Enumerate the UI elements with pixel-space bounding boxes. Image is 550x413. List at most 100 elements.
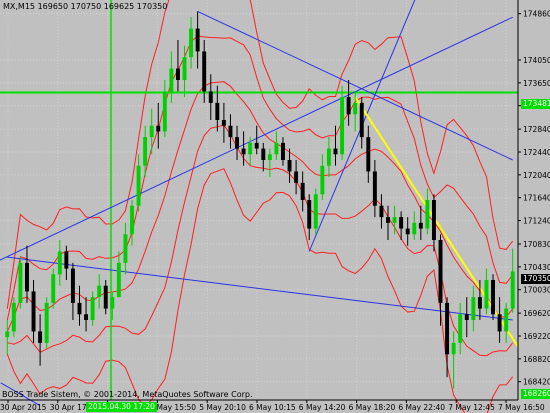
candle-body — [195, 28, 200, 52]
candle-body — [497, 314, 502, 332]
candle-body — [248, 142, 253, 155]
candle-body — [425, 200, 430, 229]
candle-body — [287, 160, 292, 172]
candles — [5, 11, 515, 389]
copyright-text: BOSS Trade Sistem, © 2001-2014, MetaQuot… — [2, 390, 253, 399]
candle — [431, 194, 436, 252]
candle — [31, 280, 36, 343]
candle-body — [64, 251, 69, 269]
candle — [458, 302, 463, 355]
ohlc-values: 169650 170750 169625 170350 — [37, 2, 168, 11]
candle — [261, 142, 266, 172]
candle — [320, 154, 325, 200]
candle — [162, 80, 167, 138]
candle-body — [254, 142, 259, 149]
candle — [90, 291, 95, 326]
candle — [484, 268, 489, 315]
candle-body — [491, 280, 495, 315]
band-upper — [6, 0, 514, 309]
candle-body — [307, 200, 312, 229]
time-tick-label: 30 Apr 2015 — [0, 403, 47, 412]
candle — [57, 240, 62, 286]
candle-body — [189, 28, 194, 58]
candle-body — [228, 125, 233, 138]
candle-body — [156, 125, 161, 132]
candle-body — [136, 165, 141, 206]
candle — [405, 217, 410, 246]
candle-body — [471, 297, 476, 320]
candle — [208, 74, 213, 120]
candle — [97, 274, 102, 309]
candle — [235, 125, 239, 160]
price-tick-label: 171640 — [523, 194, 550, 203]
candle-body — [169, 68, 174, 92]
candle — [366, 125, 371, 183]
candle-body — [372, 171, 377, 206]
candle-body — [235, 137, 239, 149]
candle — [307, 194, 312, 240]
candle-body — [162, 91, 167, 132]
candle-body — [5, 331, 10, 338]
candle-body — [116, 262, 121, 298]
candle-body — [386, 217, 390, 223]
candle-body — [359, 102, 364, 138]
candle-body — [57, 251, 62, 275]
candle-body — [405, 228, 410, 235]
candle — [294, 160, 299, 195]
price-tick-label: 169220 — [523, 332, 550, 341]
grid — [0, 0, 518, 400]
candle-body — [90, 297, 95, 320]
time-tick-label: 6 May 18:20 — [349, 403, 396, 412]
candle-body — [31, 291, 36, 332]
candle — [504, 302, 509, 343]
candle-body — [70, 268, 75, 303]
candle-body — [241, 148, 246, 155]
candle — [287, 148, 292, 183]
candle-body — [103, 285, 108, 309]
candle-body — [281, 142, 285, 160]
candle — [438, 234, 443, 326]
price-axis: 1748601740501736501732501728401724401720… — [517, 0, 550, 413]
candle-body — [510, 271, 515, 309]
candle — [38, 314, 43, 366]
candle-body — [320, 165, 325, 195]
candle — [326, 137, 331, 178]
bollinger-bands — [6, 0, 514, 413]
candle-body — [149, 125, 154, 138]
chart-window[interactable]: 1748601740501736501732501728401724401720… — [0, 0, 550, 413]
candle-body — [84, 314, 89, 320]
candle — [254, 125, 259, 155]
candle-body — [97, 285, 102, 298]
price-tick-label: 169620 — [523, 309, 550, 318]
candle-body — [464, 314, 469, 320]
candle-body — [379, 205, 384, 218]
price-tick-label: 172040 — [523, 171, 550, 180]
candle-body — [399, 217, 404, 229]
price-chart[interactable]: 1748601740501736501732501728401724401720… — [0, 0, 550, 413]
candle — [5, 320, 10, 355]
candle-body — [123, 234, 128, 263]
candle-body — [261, 148, 266, 160]
candle-body — [340, 97, 345, 155]
price-tick-label: 170830 — [523, 240, 550, 249]
candle-body — [418, 222, 423, 229]
candle — [25, 245, 29, 303]
price-tick-label: 168420 — [523, 378, 550, 387]
time-axis: 30 Apr 201530 Apr 17:204 May 11:454 May … — [0, 399, 545, 412]
candle-body — [504, 308, 509, 332]
candle — [313, 188, 318, 235]
time-tick-label: 5 May 20:10 — [199, 403, 246, 412]
candle — [333, 125, 338, 166]
price-tick-label: 174050 — [523, 56, 550, 65]
candle — [464, 297, 469, 338]
candle-body — [451, 342, 456, 355]
candle — [195, 11, 200, 69]
bottom-price-badge: 168260 — [521, 389, 550, 399]
price-tick-label: 174860 — [523, 10, 550, 19]
candle — [44, 297, 49, 349]
candle — [77, 285, 82, 326]
trend-lines[interactable] — [0, 0, 521, 407]
candle — [379, 194, 384, 229]
candle — [300, 171, 305, 212]
candle-body — [313, 194, 318, 229]
